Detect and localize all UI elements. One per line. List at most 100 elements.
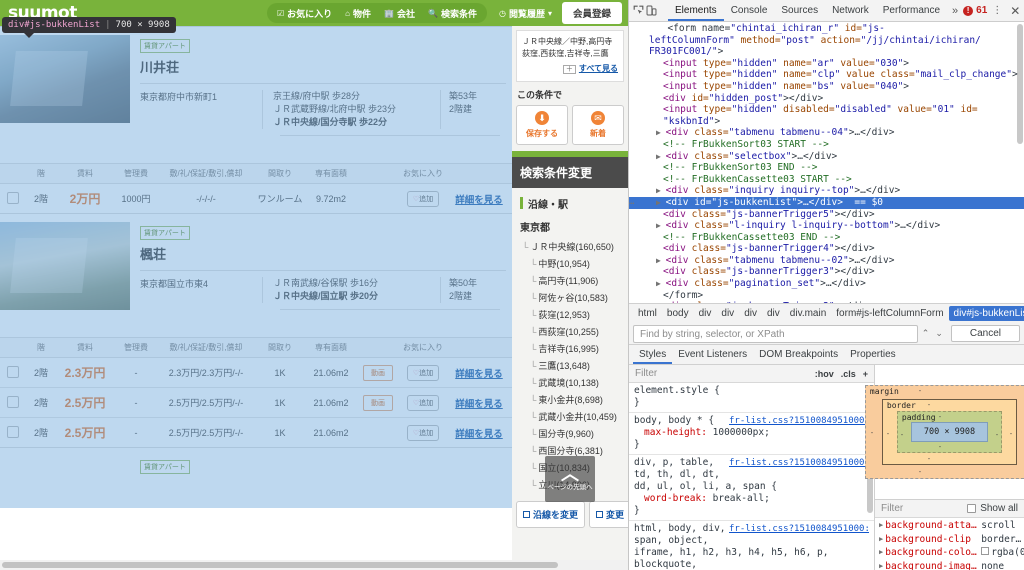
border-top-value[interactable]: - [927, 401, 931, 409]
css-property-name[interactable]: word-break: [634, 493, 713, 504]
breadcrumb-item[interactable]: form#js-leftColumnForm [831, 306, 948, 321]
horizontal-scrollbar[interactable] [0, 560, 628, 570]
cell-favorite[interactable]: ♡追加 [400, 387, 446, 419]
close-icon[interactable]: ✕ [1008, 4, 1024, 18]
margin-bottom-value[interactable]: - [918, 468, 922, 476]
checkbox-icon[interactable] [967, 504, 977, 513]
tab-event-listeners[interactable]: Event Listeners [672, 345, 753, 364]
dom-node[interactable]: <!-- FrBukkenCassette03 END --> [629, 232, 1024, 244]
dom-node[interactable]: <form name="chintai_ichiran_r" id="js- [629, 23, 1024, 35]
dom-node[interactable]: <input type="hidden" disabled="disabled"… [629, 104, 1024, 116]
cell-favorite[interactable]: ♡追加 [400, 357, 446, 389]
movie-button[interactable]: 動画 [363, 394, 393, 411]
station-item[interactable]: └ 国分寺(9,960) [512, 425, 628, 442]
dom-node[interactable]: <div class="js-bannerTrigger5"></div> [629, 209, 1024, 221]
computed-property-row[interactable]: ▶ background-colo… rgba(0 [875, 546, 1024, 560]
favorite-add-button[interactable]: ♡追加 [406, 424, 440, 441]
line-item[interactable]: └ ＪＲ中央線(160,650) [512, 238, 628, 255]
expand-triangle-icon[interactable]: ▶ [879, 560, 883, 570]
favorite-add-button[interactable]: ♡追加 [406, 364, 440, 381]
css-property-value[interactable]: break-all; [713, 493, 770, 504]
dom-node[interactable]: ▶ <div class="pagination_set">…</div> [629, 278, 1024, 290]
station-item[interactable]: └ 中野(10,954) [512, 255, 628, 272]
dom-node[interactable]: <div id="hidden_post"></div> [629, 93, 1024, 105]
css-property-value[interactable]: 1000000px; [713, 427, 770, 438]
expand-triangle-icon[interactable]: ▶ [656, 128, 666, 137]
padding-bottom-value[interactable]: - [938, 443, 942, 451]
nav-favorites[interactable]: ☑ お気に入り [277, 7, 332, 20]
row-checkbox[interactable] [7, 395, 19, 408]
computed-properties-list[interactable]: ▶ background-atta… scroll ▶ background-clip b… [875, 518, 1024, 570]
expand-triangle-icon[interactable]: ▶ [879, 533, 883, 547]
movie-button[interactable]: 動画 [363, 364, 393, 381]
css-source-link[interactable]: fr-list.css?1510084951000:139 [729, 523, 869, 535]
register-button[interactable]: 会員登録 [561, 2, 622, 24]
station-item[interactable]: └ 吉祥寺(16,995) [512, 340, 628, 357]
station-item[interactable]: └ 東小金井(8,698) [512, 391, 628, 408]
css-property-name[interactable]: max-height: [634, 427, 713, 438]
expand-triangle-icon[interactable]: ▶ [879, 546, 883, 560]
station-item[interactable]: └ 三鷹(13,648) [512, 357, 628, 374]
dom-node[interactable]: "kskbnId"> [629, 116, 1024, 128]
padding-top-value[interactable]: - [938, 413, 942, 421]
expand-triangle-icon[interactable]: ▶ [879, 519, 883, 533]
computed-filter-input[interactable]: Filter [881, 503, 903, 514]
new-listings-button[interactable]: ✉ 新着 [572, 104, 624, 145]
favorite-add-button[interactable]: ♡追加 [406, 190, 440, 207]
cell-detail[interactable]: 詳細を見る [446, 387, 512, 419]
change-area-button[interactable]: 変更 [589, 500, 628, 528]
tab-network[interactable]: Network [825, 1, 876, 21]
tab-sources[interactable]: Sources [774, 1, 825, 21]
find-cancel-button[interactable]: Cancel [950, 325, 1020, 342]
listing-name[interactable]: 川井荘 [140, 57, 506, 76]
class-toggle-button[interactable]: .cls [841, 369, 856, 379]
change-line-button[interactable]: 沿線を変更 [516, 500, 586, 528]
nav-bukken[interactable]: ⌂ 物件 [345, 7, 371, 20]
listing-photo[interactable] [0, 222, 130, 311]
listing-photo[interactable] [0, 35, 130, 123]
page-top-button[interactable]: ︿ ページの先頭へ [545, 456, 595, 502]
breadcrumb-item[interactable]: div [694, 306, 717, 321]
dom-node[interactable]: <!-- FrBukkenSort03 START --> [629, 139, 1024, 151]
row-checkbox-cell[interactable] [0, 184, 26, 214]
box-model-padding[interactable]: padding - - - - 700 × 9908 [896, 411, 1003, 453]
css-rule[interactable]: fr-list.css?1510084951000:139html, body,… [629, 521, 874, 570]
dom-node[interactable]: <div class="js-bannerTrigger3"></div> [629, 266, 1024, 278]
cell-favorite[interactable]: ♡追加 [400, 184, 446, 214]
breadcrumb-item[interactable]: div.main [785, 306, 832, 321]
see-all-row[interactable]: ＋すべて見る [522, 63, 618, 76]
dom-node[interactable]: <input type="hidden" name="clp" value cl… [629, 69, 1024, 81]
nav-conditions[interactable]: 🔍 検索条件 [428, 7, 477, 20]
tab-properties[interactable]: Properties [844, 345, 902, 364]
save-condition-button[interactable]: ⬇ 保存する [516, 104, 568, 145]
nav-company[interactable]: 🏢 会社 [384, 7, 415, 20]
more-tabs-icon[interactable]: » [947, 5, 963, 17]
expand-icon[interactable]: ＋ [562, 65, 576, 74]
expand-triangle-icon[interactable]: ▶ [656, 198, 666, 207]
dom-node[interactable]: <!-- FrBukkenCassette03 START --> [629, 174, 1024, 186]
breadcrumb-item[interactable]: body [662, 306, 694, 321]
station-item[interactable]: └ 荻窪(12,953) [512, 306, 628, 323]
computed-property-row[interactable]: ▶ background-clip border… [875, 533, 1024, 547]
detail-link[interactable]: 詳細を見る [455, 429, 503, 440]
find-next-icon[interactable]: ⌄ [935, 328, 943, 339]
computed-property-row[interactable]: ▶ background-atta… scroll [875, 519, 1024, 533]
tab-styles[interactable]: Styles [633, 345, 673, 364]
css-rules-list[interactable]: element.style {} fr-list.css?151008495100… [629, 383, 874, 570]
css-source-link[interactable]: fr-list.css?1510084951000:7309 [729, 415, 869, 427]
station-item[interactable]: └ 武蔵小金井(10,459) [512, 408, 628, 425]
listing-name[interactable]: 楓荘 [140, 244, 506, 263]
station-item[interactable]: └ 武蔵境(10,138) [512, 374, 628, 391]
border-right-value[interactable]: - [1009, 430, 1013, 438]
tab-elements[interactable]: Elements [668, 1, 724, 21]
styles-filter-input[interactable]: Filter [635, 368, 657, 379]
dom-node[interactable]: <input type="hidden" name="ar" value="03… [629, 58, 1024, 70]
detail-link[interactable]: 詳細を見る [455, 195, 503, 206]
expand-triangle-icon[interactable]: ▶ [656, 221, 666, 230]
expand-triangle-icon[interactable]: ▶ [656, 186, 666, 195]
dom-node[interactable]: ▶ <div class="l-inquiry l-inquiry--botto… [629, 220, 1024, 232]
see-all-link[interactable]: すべて見る [579, 64, 618, 73]
dom-node[interactable]: <div class="js-bannerTrigger2"></div> [629, 301, 1024, 303]
cell-favorite[interactable]: ♡追加 [400, 418, 446, 448]
row-checkbox-cell[interactable] [0, 418, 26, 448]
